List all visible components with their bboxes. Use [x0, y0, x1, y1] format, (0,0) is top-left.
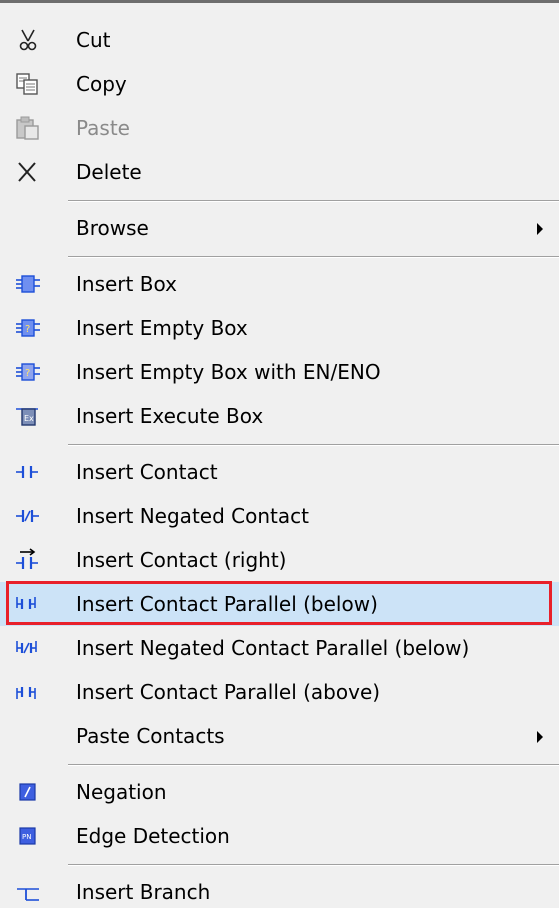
- menu-item-insert-contact[interactable]: Insert Contact: [0, 450, 559, 494]
- menu-item-negation[interactable]: Negation: [0, 770, 559, 814]
- insert-empty-box-icon: ?: [16, 319, 40, 337]
- menu-item-delete[interactable]: Delete: [0, 150, 559, 194]
- negation-icon: [19, 783, 36, 801]
- menu-item-insert-box[interactable]: Insert Box: [0, 262, 559, 306]
- menu-item-label: Insert Contact (right): [76, 548, 287, 572]
- menu-item-label: Paste Contacts: [76, 724, 225, 748]
- menu-item-label: Insert Execute Box: [76, 404, 264, 428]
- svg-text:?: ?: [25, 324, 30, 335]
- paste-icon: [16, 116, 39, 140]
- svg-text:PN: PN: [22, 833, 31, 841]
- menu-item-paste-contacts[interactable]: Paste Contacts: [0, 714, 559, 758]
- menu-item-label: Insert Branch: [76, 880, 211, 904]
- menu-item-label: Insert Box: [76, 272, 177, 296]
- contact-parallel-above-icon: [16, 687, 36, 699]
- menu-item-label: Insert Negated Contact Parallel (below): [76, 636, 470, 660]
- menu-item-edge-detection[interactable]: PN Edge Detection: [0, 814, 559, 858]
- menu-item-insert-empty-box[interactable]: ? Insert Empty Box: [0, 306, 559, 350]
- menu-separator: [68, 256, 559, 258]
- menu-item-cut[interactable]: Cut: [0, 18, 559, 62]
- cut-icon: [19, 29, 37, 51]
- menu-separator: [68, 864, 559, 866]
- insert-branch-icon: [17, 888, 39, 901]
- context-menu: Cut Copy Paste Delete Browse Insert Box …: [0, 0, 559, 908]
- menu-item-insert-contact-right[interactable]: Insert Contact (right): [0, 538, 559, 582]
- svg-text:Ex: Ex: [24, 414, 34, 423]
- svg-text:?: ?: [25, 368, 30, 379]
- menu-item-label: Insert Empty Box: [76, 316, 248, 340]
- menu-item-label: Insert Contact Parallel (above): [76, 680, 381, 704]
- submenu-arrow-icon: [537, 731, 543, 743]
- menu-item-label: Insert Contact: [76, 460, 218, 484]
- delete-icon: [18, 162, 36, 182]
- menu-separator: [68, 444, 559, 446]
- menu-item-insert-execute-box[interactable]: Ex Insert Execute Box: [0, 394, 559, 438]
- menu-item-insert-empty-box-en-eno[interactable]: ? Insert Empty Box with EN/ENO: [0, 350, 559, 394]
- menu-item-insert-branch[interactable]: Insert Branch: [0, 870, 559, 908]
- menu-item-label: Cut: [76, 28, 111, 52]
- menu-item-insert-negated-contact-parallel-below[interactable]: Insert Negated Contact Parallel (below): [0, 626, 559, 670]
- insert-empty-box-en-eno-icon: ?: [16, 363, 40, 381]
- menu-item-insert-contact-parallel-above[interactable]: Insert Contact Parallel (above): [0, 670, 559, 714]
- contact-icon: [16, 466, 38, 478]
- menu-item-label: Copy: [76, 72, 127, 96]
- submenu-arrow-icon: [537, 223, 543, 235]
- menu-item-label: Edge Detection: [76, 824, 230, 848]
- menu-item-label: Insert Empty Box with EN/ENO: [76, 360, 381, 384]
- negated-contact-parallel-below-icon: [16, 641, 37, 654]
- menu-item-browse[interactable]: Browse: [0, 206, 559, 250]
- menu-item-label: Browse: [76, 216, 149, 240]
- menu-item-label: Negation: [76, 780, 167, 804]
- negated-contact-icon: [16, 510, 39, 522]
- insert-execute-box-icon: Ex: [16, 408, 38, 426]
- insert-box-icon: [16, 275, 40, 293]
- menu-separator: [68, 764, 559, 766]
- menu-item-copy[interactable]: Copy: [0, 62, 559, 106]
- menu-item-insert-negated-contact[interactable]: Insert Negated Contact: [0, 494, 559, 538]
- edge-detection-icon: PN: [19, 827, 36, 845]
- menu-separator: [68, 200, 559, 202]
- contact-right-icon: [16, 548, 38, 569]
- menu-item-label: Delete: [76, 160, 142, 184]
- menu-item-label: Paste: [76, 116, 130, 140]
- copy-icon: [16, 73, 38, 95]
- menu-item-paste[interactable]: Paste: [0, 106, 559, 150]
- menu-item-label: Insert Negated Contact: [76, 504, 309, 528]
- selection-highlight-frame: [6, 581, 552, 625]
